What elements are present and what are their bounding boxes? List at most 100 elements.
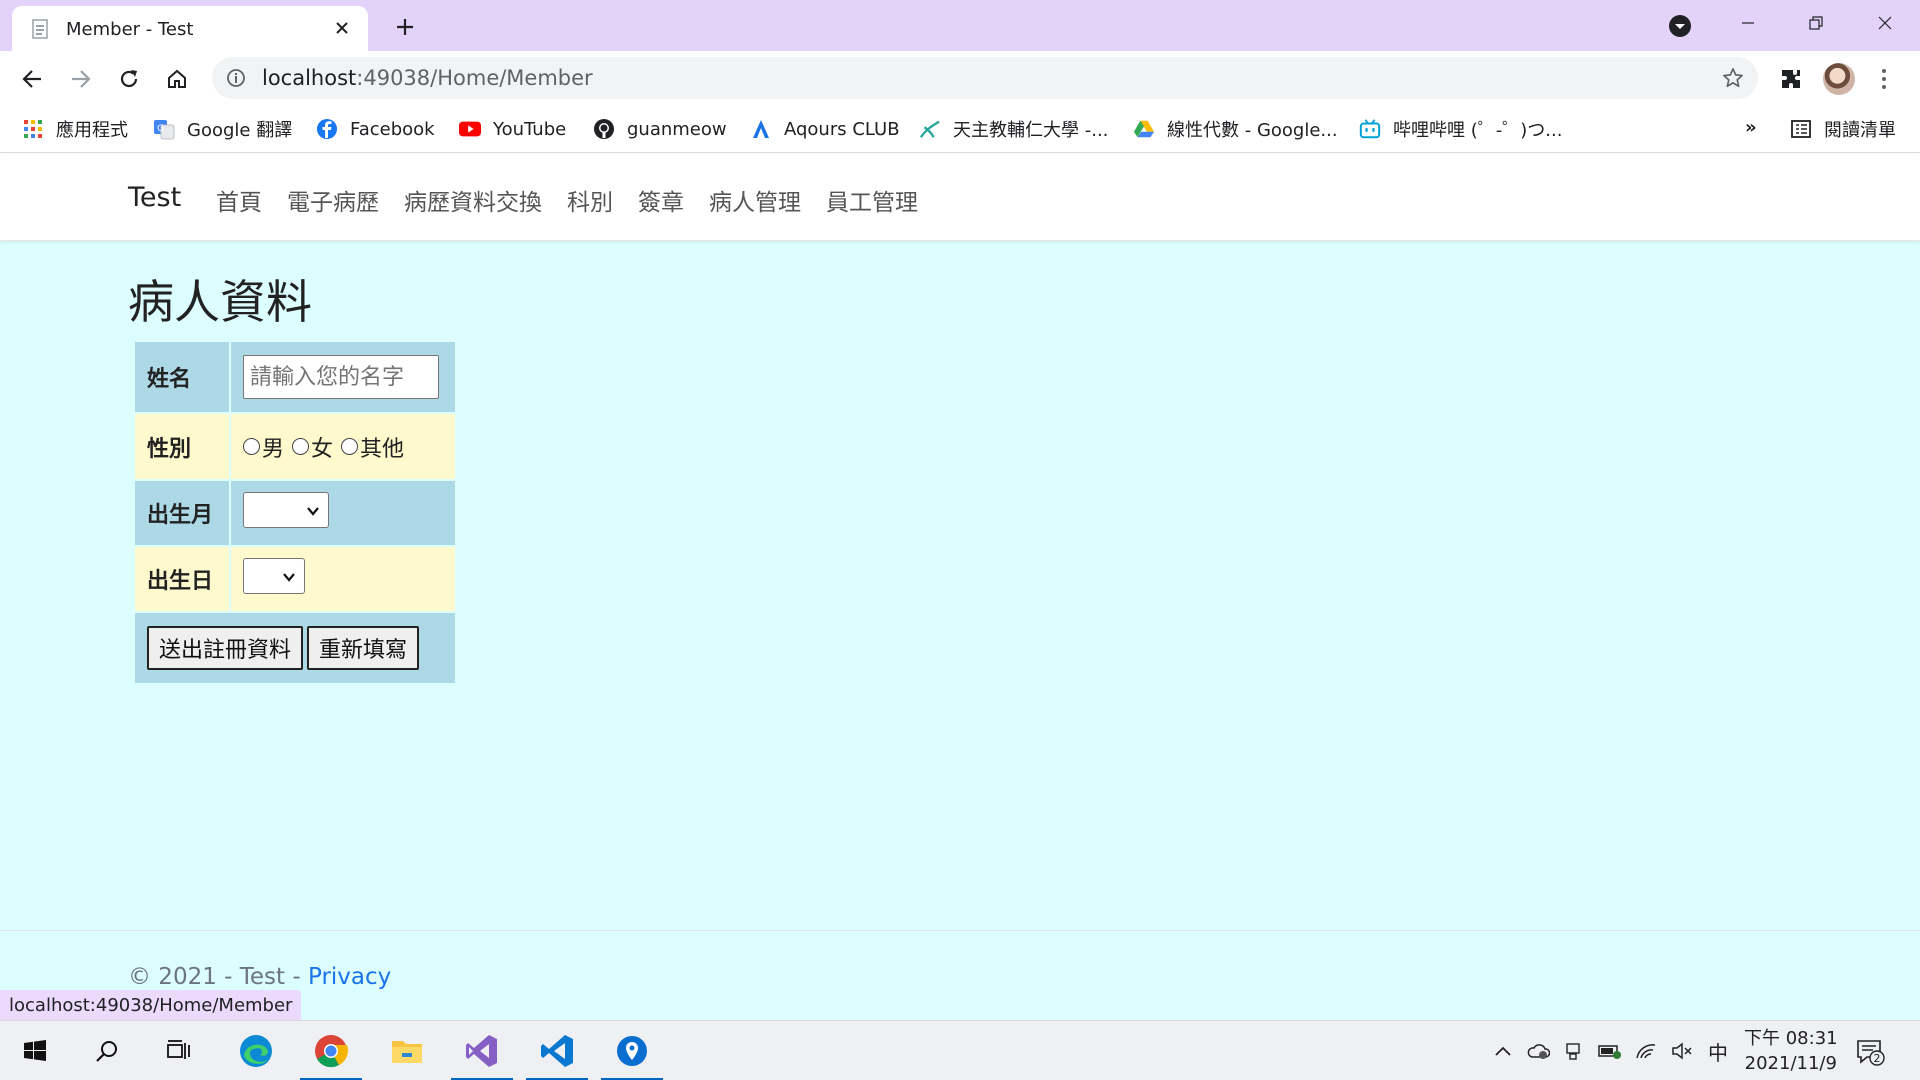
- github-icon: [593, 118, 615, 140]
- page-title: 病人資料: [128, 275, 312, 329]
- bookmark-label: 應用程式: [56, 120, 128, 141]
- taskbar-clock[interactable]: 下午 08:31 2021/11/9: [1744, 1026, 1838, 1076]
- bookmark-apps[interactable]: 應用程式: [22, 114, 128, 144]
- chevron-down-icon: [307, 507, 319, 516]
- vscode-icon[interactable]: [526, 1021, 588, 1080]
- onedrive-icon[interactable]: [1526, 1039, 1550, 1063]
- birth-day-select[interactable]: [243, 558, 305, 594]
- fju-icon: [919, 118, 941, 140]
- restore-icon[interactable]: [1791, 8, 1841, 38]
- site-navbar: Test 首頁 電子病歷 病歷資料交換 科別 簽章 病人管理 員工管理: [0, 154, 1920, 241]
- windows-taskbar: 中 下午 08:31 2021/11/9 2: [0, 1020, 1920, 1080]
- bookmark-facebook[interactable]: Facebook: [316, 114, 435, 144]
- url-text: localhost:49038/Home/Member: [262, 66, 593, 90]
- privacy-link[interactable]: Privacy: [308, 964, 391, 990]
- tab-strip: Member - Test: [0, 0, 1920, 51]
- birth-month-label: 出生月: [135, 481, 229, 545]
- birth-day-cell: [231, 547, 455, 611]
- gender-male-label: 男: [262, 436, 285, 462]
- nav-link-emr[interactable]: 電子病歷: [287, 183, 379, 217]
- bookmark-youtube[interactable]: YouTube: [459, 114, 566, 144]
- nav-link-signature[interactable]: 簽章: [638, 183, 684, 217]
- back-icon[interactable]: [17, 64, 47, 94]
- bookmark-google-drive[interactable]: 線性代數 - Google...: [1133, 114, 1338, 144]
- gender-female-radio[interactable]: [292, 438, 310, 455]
- reload-icon[interactable]: [114, 64, 144, 94]
- windows-start-icon[interactable]: [4, 1021, 66, 1080]
- bookmark-label: Google 翻譯: [187, 120, 293, 141]
- browser-tab[interactable]: Member - Test: [12, 6, 368, 51]
- chrome-icon[interactable]: [300, 1021, 362, 1080]
- nav-link-patient-management[interactable]: 病人管理: [709, 183, 801, 217]
- name-input[interactable]: [243, 355, 439, 399]
- page-icon: [32, 19, 48, 39]
- bookmark-label: Facebook: [350, 118, 435, 140]
- submit-button[interactable]: 送出註冊資料: [147, 626, 304, 670]
- site-nav-links: 首頁 電子病歷 病歷資料交換 科別 簽章 病人管理 員工管理: [216, 183, 943, 217]
- close-window-icon[interactable]: [1860, 8, 1910, 38]
- google-drive-icon: [1133, 118, 1155, 140]
- facebook-icon: [316, 118, 338, 140]
- birth-month-select[interactable]: [243, 492, 329, 528]
- search-icon[interactable]: [76, 1021, 138, 1080]
- input-method-indicator[interactable]: 中: [1706, 1039, 1730, 1065]
- gender-male-radio[interactable]: [243, 438, 260, 455]
- nav-link-home[interactable]: 首頁: [216, 183, 262, 217]
- google-translate-icon: G: [153, 118, 175, 140]
- buttons-row: 送出註冊資料 重新填寫: [135, 613, 455, 683]
- new-tab-icon[interactable]: [390, 12, 420, 42]
- buttons-cell: 送出註冊資料 重新填寫: [135, 613, 455, 683]
- bookmarks-bar: 應用程式 G Google 翻譯 Facebook YouTube guanme…: [0, 107, 1920, 153]
- edge-icon[interactable]: [225, 1021, 287, 1080]
- profile-avatar[interactable]: [1823, 63, 1855, 95]
- reset-button[interactable]: 重新填寫: [307, 626, 420, 670]
- bookmark-fju[interactable]: 天主教輔仁大學 -...: [919, 114, 1108, 144]
- bookmark-label: guanmeow: [627, 118, 727, 140]
- notification-center-icon[interactable]: 2: [1855, 1037, 1885, 1067]
- site-brand[interactable]: Test: [128, 182, 181, 213]
- device-icon[interactable]: [1562, 1039, 1586, 1063]
- address-bar[interactable]: localhost:49038/Home/Member: [212, 57, 1758, 99]
- nav-link-department[interactable]: 科別: [567, 183, 613, 217]
- svg-text:G: G: [157, 124, 164, 134]
- gender-label: 性別: [135, 414, 229, 479]
- web-page: Test 首頁 電子病歷 病歷資料交換 科別 簽章 病人管理 員工管理 病人資料…: [0, 154, 1920, 1020]
- bookmark-github[interactable]: guanmeow: [593, 114, 727, 144]
- wifi-icon[interactable]: [1634, 1039, 1658, 1063]
- bookmark-label: YouTube: [493, 118, 567, 140]
- nav-link-staff-management[interactable]: 員工管理: [826, 183, 918, 217]
- show-hidden-icons-icon[interactable]: [1491, 1039, 1515, 1063]
- reading-list-button[interactable]: 閱讀清單: [1790, 114, 1896, 144]
- bookmark-star-icon[interactable]: [1722, 67, 1744, 89]
- footer-copyright: © 2021 - Test -: [128, 964, 308, 990]
- bookmark-google-translate[interactable]: G Google 翻譯: [153, 114, 292, 144]
- bookmark-bilibili[interactable]: 哔哩哔哩 (゜-゜)つ...: [1359, 114, 1562, 144]
- footer-divider: [0, 930, 1920, 931]
- url-path: :49038/Home/Member: [356, 66, 593, 90]
- home-icon[interactable]: [162, 64, 192, 94]
- site-info-icon[interactable]: [226, 68, 246, 88]
- file-explorer-icon[interactable]: [376, 1021, 438, 1080]
- volume-muted-icon[interactable]: [1670, 1039, 1694, 1063]
- bookmark-label: 哔哩哔哩 (゜-゜)つ...: [1393, 120, 1563, 141]
- nav-link-record-exchange[interactable]: 病歷資料交換: [404, 183, 542, 217]
- bookmark-aqours[interactable]: Aqours CLUB: [750, 114, 900, 144]
- tab-search-icon[interactable]: [1668, 14, 1692, 38]
- gender-other-radio[interactable]: [341, 438, 359, 455]
- browser-menu-icon[interactable]: [1878, 67, 1890, 91]
- clock-time: 下午 08:31: [1744, 1028, 1838, 1049]
- close-tab-icon[interactable]: [330, 16, 354, 40]
- site-footer: © 2021 - Test - Privacy: [128, 964, 391, 990]
- maps-icon[interactable]: [601, 1021, 663, 1080]
- minimize-icon[interactable]: [1723, 8, 1773, 38]
- battery-icon[interactable]: [1598, 1039, 1622, 1063]
- extensions-icon[interactable]: [1779, 67, 1803, 91]
- gender-radio-group: 男 女 其他: [243, 431, 443, 463]
- name-label: 姓名: [135, 342, 229, 412]
- bilibili-icon: [1359, 118, 1381, 140]
- link-status-bar: localhost:49038/Home/Member: [0, 990, 302, 1020]
- task-view-icon[interactable]: [148, 1021, 210, 1080]
- visual-studio-icon[interactable]: [451, 1021, 513, 1080]
- forward-icon[interactable]: [66, 64, 96, 94]
- more-bookmarks-button[interactable]: »: [1745, 117, 1757, 138]
